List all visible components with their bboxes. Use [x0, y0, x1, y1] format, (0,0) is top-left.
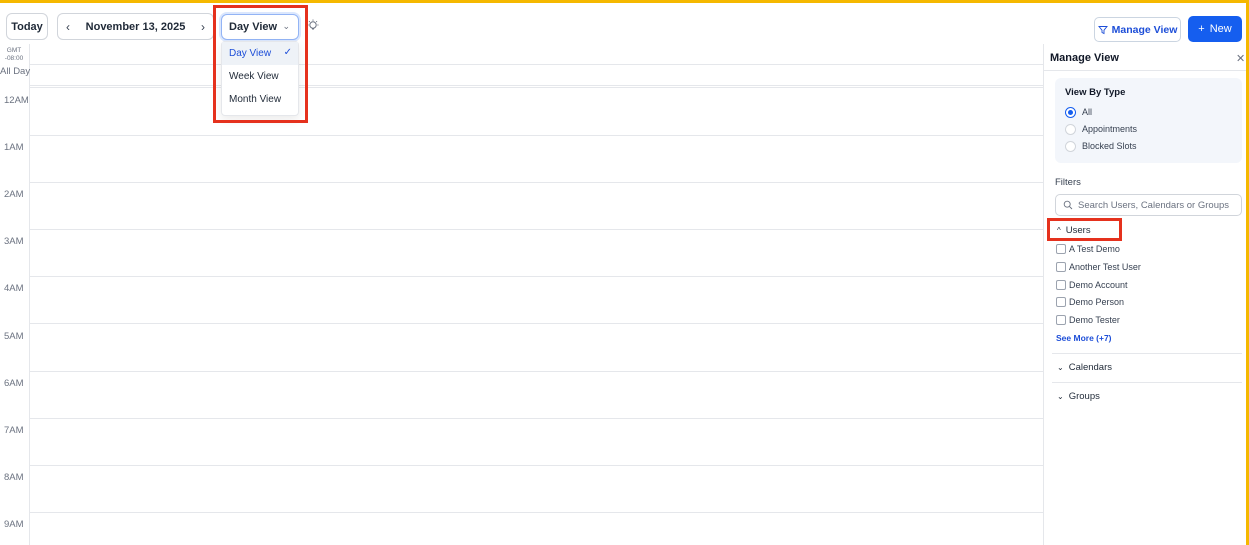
chevron-down-icon: ⌄ [1057, 362, 1064, 372]
user-filter-item[interactable]: Demo Tester [1056, 314, 1120, 326]
hour-row[interactable]: 9AM [0, 512, 1043, 545]
timezone-label: GMT -08:00 [0, 47, 28, 63]
current-date: November 13, 2025 [85, 20, 186, 33]
radio-option-all[interactable]: All [1065, 105, 1092, 119]
user-name: Another Test User [1069, 262, 1141, 272]
hour-row[interactable]: 6AM [0, 371, 1043, 419]
view-by-type-box: View By Type All Appointments Blocked Sl… [1055, 78, 1242, 163]
hour-row[interactable]: 5AM [0, 324, 1043, 372]
calendars-label: Calendars [1068, 361, 1113, 373]
checkbox[interactable] [1056, 280, 1066, 290]
user-name: Demo Account [1069, 280, 1128, 290]
chevron-right-icon[interactable]: › [193, 20, 213, 34]
all-day-label: All Day [0, 66, 31, 77]
filter-search [1055, 194, 1242, 216]
radio-option-appointments[interactable]: Appointments [1065, 122, 1137, 136]
radio-button[interactable] [1065, 123, 1076, 135]
manage-view-button[interactable]: Manage View [1094, 17, 1181, 42]
new-button[interactable]: + New [1188, 16, 1242, 42]
user-name: Demo Person [1069, 297, 1125, 307]
hour-label: 5AM [4, 331, 24, 342]
hour-label: 4AM [4, 283, 24, 294]
hour-row[interactable]: 7AM [0, 418, 1043, 466]
manage-view-panel: Manage View ✕ View By Type All Appointme… [1043, 44, 1247, 545]
hour-label: 3AM [4, 236, 24, 247]
highlight-box-users [1047, 218, 1122, 241]
checkbox[interactable] [1056, 315, 1066, 325]
search-icon [1063, 200, 1073, 210]
hour-label: 8AM [4, 472, 24, 483]
hour-label: 2AM [4, 189, 24, 200]
hour-row[interactable]: 3AM [0, 229, 1043, 277]
hour-label: 6AM [4, 378, 24, 389]
highlight-box-view-select [213, 5, 308, 123]
manage-view-label: Manage View [1111, 23, 1178, 36]
see-more-link[interactable]: See More (+7) [1056, 333, 1112, 343]
calendars-section-toggle[interactable]: ⌄ Calendars [1057, 360, 1112, 374]
user-name: Demo Tester [1069, 315, 1120, 325]
plus-icon: + [1198, 23, 1205, 35]
user-name: A Test Demo [1069, 244, 1120, 254]
radio-option-blocked-slots[interactable]: Blocked Slots [1065, 139, 1137, 153]
divider [1052, 382, 1242, 383]
radio-button[interactable] [1065, 106, 1076, 118]
user-filter-item[interactable]: Demo Person [1056, 296, 1124, 308]
timezone-offset: -08:00 [4, 55, 24, 62]
user-filter-item[interactable]: A Test Demo [1056, 243, 1120, 255]
new-label: New [1209, 23, 1232, 35]
checkbox[interactable] [1056, 262, 1066, 272]
panel-title: Manage View [1050, 52, 1119, 64]
groups-section-toggle[interactable]: ⌄ Groups [1057, 389, 1100, 403]
hour-label: 7AM [4, 425, 24, 436]
radio-label: All [1082, 107, 1093, 117]
hour-row[interactable]: 2AM [0, 182, 1043, 230]
timezone-name: GMT [6, 47, 22, 54]
hour-label: 9AM [4, 519, 24, 530]
divider [1044, 70, 1247, 71]
checkbox[interactable] [1056, 244, 1066, 254]
chevron-left-icon[interactable]: ‹ [58, 20, 78, 34]
divider [1052, 353, 1242, 354]
hour-row[interactable]: 12AM [0, 88, 1043, 136]
hour-row[interactable]: 8AM [0, 465, 1043, 513]
view-by-type-title: View By Type [1065, 87, 1126, 98]
radio-label: Appointments [1082, 124, 1138, 134]
divider [29, 64, 1043, 65]
date-navigator: ‹ November 13, 2025 › [57, 13, 214, 40]
checkbox[interactable] [1056, 297, 1066, 307]
hour-row[interactable]: 1AM [0, 135, 1043, 183]
calendar-toolbar: Today ‹ November 13, 2025 › Day View ⌄ M… [0, 3, 1246, 45]
user-filter-item[interactable]: Another Test User [1056, 261, 1141, 273]
radio-button[interactable] [1065, 140, 1076, 152]
filters-title: Filters [1055, 177, 1081, 188]
today-button[interactable]: Today [6, 13, 48, 40]
close-icon[interactable]: ✕ [1236, 52, 1245, 65]
hour-label: 12AM [4, 95, 29, 106]
day-grid: GMT -08:00 All Day 12AM 1AM 2AM 3AM 4AM … [0, 44, 1043, 545]
hour-label: 1AM [4, 142, 24, 153]
filter-icon [1097, 25, 1108, 34]
search-input[interactable] [1078, 199, 1238, 211]
lightbulb-icon[interactable] [306, 19, 320, 33]
divider [29, 85, 1043, 86]
groups-label: Groups [1068, 390, 1100, 402]
radio-label: Blocked Slots [1082, 141, 1137, 151]
chevron-down-icon: ⌄ [1057, 391, 1064, 401]
user-filter-item[interactable]: Demo Account [1056, 279, 1128, 291]
hour-row[interactable]: 4AM [0, 276, 1043, 324]
